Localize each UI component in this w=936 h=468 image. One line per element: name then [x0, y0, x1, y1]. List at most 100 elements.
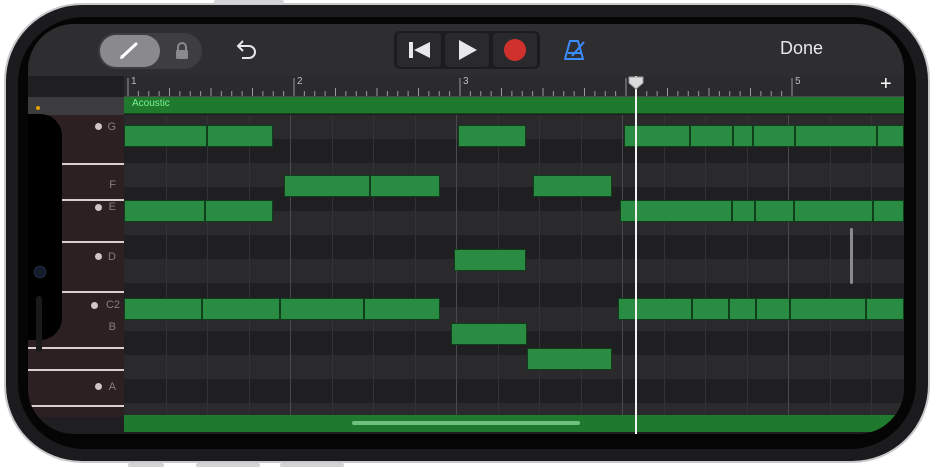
- note-c2[interactable]: [756, 298, 790, 320]
- note-g[interactable]: [690, 125, 733, 147]
- piano-roll-grid[interactable]: [124, 115, 904, 415]
- ruler-bar-1: 1: [131, 76, 137, 87]
- beat-line: [664, 115, 665, 415]
- grid-row: [124, 379, 904, 403]
- note-g[interactable]: [877, 125, 904, 147]
- note-e[interactable]: [205, 200, 273, 222]
- ruler-bar-3: 3: [463, 76, 469, 87]
- beat-line: [539, 115, 540, 415]
- add-section-button[interactable]: +: [880, 73, 892, 96]
- key-label: G: [107, 121, 116, 133]
- ruler-ticks: [127, 78, 793, 96]
- note-f[interactable]: [370, 175, 440, 197]
- region-header[interactable]: Acoustic: [124, 97, 904, 114]
- note-g[interactable]: [458, 125, 526, 147]
- note-e[interactable]: [755, 200, 794, 222]
- note-g[interactable]: [753, 125, 795, 147]
- side-button: [128, 463, 164, 467]
- record-icon: [504, 39, 526, 61]
- bar-line: [290, 115, 291, 415]
- key-marker: [91, 302, 98, 309]
- camera-icon: [34, 266, 46, 278]
- beat-line: [830, 115, 831, 415]
- beat-line: [581, 115, 582, 415]
- horizontal-scrollbar[interactable]: [352, 421, 580, 425]
- key-label: C2: [105, 299, 120, 311]
- note-g[interactable]: [124, 125, 207, 147]
- volume-up-button: [214, 0, 284, 4]
- rewind-icon: [409, 42, 430, 58]
- note-f[interactable]: [533, 175, 612, 197]
- playhead[interactable]: [635, 76, 637, 434]
- key-label: F: [109, 179, 116, 191]
- track-indicator-dot: [36, 106, 40, 110]
- key-label: E: [108, 201, 116, 213]
- region-label: Acoustic: [132, 98, 170, 109]
- note-c2[interactable]: [692, 298, 729, 320]
- note-g[interactable]: [795, 125, 877, 147]
- grid-row: [124, 355, 904, 379]
- lock-icon: [176, 42, 188, 59]
- note-e[interactable]: [124, 200, 205, 222]
- key-marker: [95, 123, 102, 130]
- note-e[interactable]: [794, 200, 873, 222]
- key-label: D: [108, 251, 116, 263]
- vertical-scrollbar[interactable]: [850, 228, 853, 284]
- metronome-icon: [564, 40, 585, 60]
- pencil-button[interactable]: [100, 35, 160, 67]
- note-c2[interactable]: [866, 298, 904, 320]
- bar-line: [622, 115, 623, 415]
- note-e[interactable]: [873, 200, 904, 222]
- note-d[interactable]: [454, 249, 526, 271]
- note-c2[interactable]: [729, 298, 756, 320]
- play-button[interactable]: [445, 33, 489, 67]
- power-button: [280, 463, 344, 467]
- key-marker: [95, 253, 102, 260]
- note-b[interactable]: [451, 323, 527, 345]
- done-button[interactable]: Done: [780, 38, 823, 59]
- note-f[interactable]: [284, 175, 370, 197]
- note-g[interactable]: [624, 125, 690, 147]
- transport-controls: [394, 31, 540, 69]
- speaker-grille: [36, 296, 42, 352]
- note-c2[interactable]: [364, 298, 440, 320]
- metronome-button[interactable]: [558, 34, 590, 66]
- note-g[interactable]: [207, 125, 273, 147]
- undo-button[interactable]: [228, 36, 264, 66]
- key-label: A: [108, 381, 116, 393]
- track-header-left: [28, 97, 124, 115]
- screen: Done 1 2 3 4 5 + Acoustic G F E D: [28, 24, 904, 434]
- note-a-sharp[interactable]: [527, 348, 612, 370]
- bar-line: [788, 115, 789, 415]
- key-marker: [95, 204, 102, 211]
- undo-icon: [236, 40, 256, 59]
- beat-line: [249, 115, 250, 415]
- playhead-handle-icon[interactable]: [628, 76, 644, 90]
- beat-line: [871, 115, 872, 415]
- key-a[interactable]: A: [28, 347, 124, 417]
- ruler-bar-2: 2: [297, 76, 303, 87]
- volume-down-button: [196, 463, 260, 467]
- pencil-icon: [120, 42, 138, 59]
- rewind-button[interactable]: [397, 33, 441, 67]
- beat-line: [705, 115, 706, 415]
- key-marker: [95, 383, 102, 390]
- key-label: B: [108, 321, 116, 333]
- record-button[interactable]: [493, 33, 537, 67]
- note-c2[interactable]: [202, 298, 280, 320]
- timeline-ruler[interactable]: 1 2 3 4 5: [124, 76, 904, 97]
- note-c2[interactable]: [124, 298, 202, 320]
- lock-button[interactable]: [168, 37, 196, 65]
- note-e[interactable]: [732, 200, 755, 222]
- key-divider: [28, 369, 124, 371]
- ruler-bar-5: 5: [795, 76, 801, 87]
- key-divider: [28, 405, 124, 407]
- grid-row: [124, 403, 904, 415]
- grid-row: [124, 163, 904, 187]
- note-g[interactable]: [733, 125, 753, 147]
- beat-line: [415, 115, 416, 415]
- note-c2[interactable]: [280, 298, 364, 320]
- note-c2[interactable]: [618, 298, 692, 320]
- note-c2[interactable]: [790, 298, 866, 320]
- beat-line: [207, 115, 208, 415]
